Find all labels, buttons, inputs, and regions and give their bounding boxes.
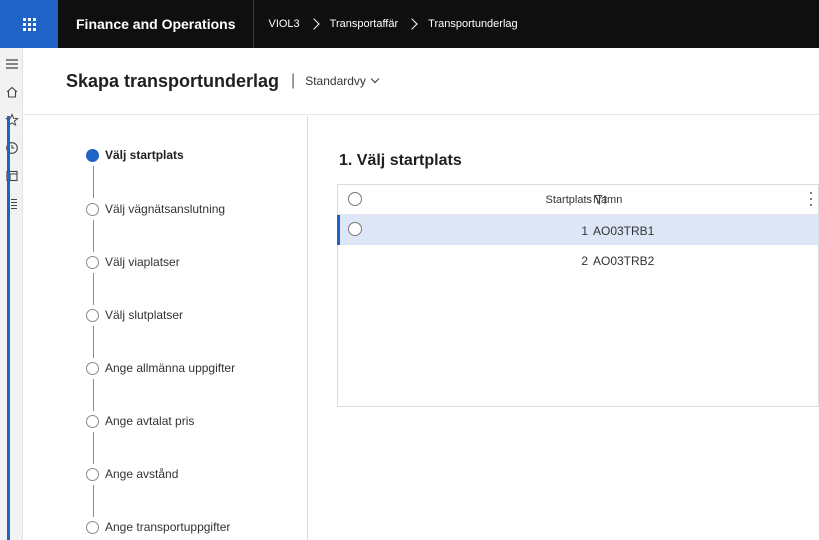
wizard-steps: Välj startplats Välj vägnätsanslutning V… bbox=[60, 116, 308, 540]
more-options-icon[interactable] bbox=[810, 192, 814, 206]
cell-startplats: 2 bbox=[581, 254, 588, 268]
step-valj-slutplatser[interactable]: Välj slutplatser bbox=[86, 308, 183, 322]
step-valj-vagnatsanslutning[interactable]: Välj vägnätsanslutning bbox=[86, 202, 225, 216]
column-header-startplats[interactable]: Startplats bbox=[546, 194, 592, 206]
breadcrumb: VIOL3 Transportaffär Transportunderlag bbox=[254, 18, 517, 30]
row-select-radio[interactable] bbox=[348, 222, 362, 236]
title-separator: | bbox=[291, 72, 296, 89]
waffle-icon bbox=[22, 17, 36, 31]
clock-icon[interactable] bbox=[0, 134, 23, 162]
step-connector bbox=[93, 273, 94, 305]
column-header-namn[interactable]: Namn bbox=[593, 194, 622, 206]
wizard-content: Välj startplats Välj vägnätsanslutning V… bbox=[24, 116, 819, 540]
startplats-grid: Startplats Namn 1 AO03TRB1 2 AO03TRB2 bbox=[337, 184, 819, 407]
step-dot-icon bbox=[86, 467, 99, 481]
step-label: Ange allmänna uppgifter bbox=[105, 361, 236, 375]
step-connector bbox=[93, 379, 94, 411]
cell-namn: AO03TRB2 bbox=[593, 254, 655, 268]
step-ange-avtalat-pris[interactable]: Ange avtalat pris bbox=[86, 414, 194, 428]
star-icon[interactable] bbox=[0, 106, 23, 134]
step-label: Välj startplats bbox=[105, 148, 184, 162]
chevron-down-icon bbox=[370, 74, 380, 84]
step-connector bbox=[93, 485, 94, 517]
breadcrumb-company[interactable]: VIOL3 bbox=[268, 18, 299, 30]
app-launcher-button[interactable] bbox=[0, 0, 58, 48]
step-ange-allmanna-uppgifter[interactable]: Ange allmänna uppgifter bbox=[86, 361, 235, 375]
step-connector bbox=[93, 432, 94, 464]
hamburger-icon[interactable] bbox=[0, 50, 23, 78]
step-valj-startplats[interactable]: Välj startplats bbox=[86, 148, 184, 162]
page-header: Skapa transportunderlag | Standardvy bbox=[24, 48, 819, 115]
workspace-icon[interactable] bbox=[0, 162, 23, 190]
step-active-dot-icon bbox=[86, 148, 99, 162]
chevron-right-icon bbox=[406, 18, 418, 30]
step-connector bbox=[93, 220, 94, 252]
chevron-right-icon bbox=[308, 18, 320, 30]
cell-startplats: 1 bbox=[581, 224, 588, 238]
navigation-rail bbox=[0, 48, 23, 540]
select-all-radio[interactable] bbox=[348, 192, 362, 206]
step-dot-icon bbox=[86, 520, 99, 534]
step-connector bbox=[93, 166, 94, 198]
step-label: Ange avstånd bbox=[105, 467, 179, 481]
step-dot-icon bbox=[86, 308, 99, 322]
table-row[interactable]: 1 AO03TRB1 bbox=[337, 215, 818, 245]
step-label: Välj slutplatser bbox=[105, 308, 184, 322]
page-title: Skapa transportunderlag bbox=[66, 70, 280, 91]
section-title: 1. Välj startplats bbox=[339, 152, 462, 169]
view-selector-label: Standardvy bbox=[305, 74, 366, 88]
top-bar: Finance and Operations VIOL3 Transportaf… bbox=[0, 0, 819, 48]
step-label: Ange transportuppgifter bbox=[105, 520, 231, 534]
table-row[interactable]: 2 AO03TRB2 bbox=[338, 245, 818, 275]
home-icon[interactable] bbox=[0, 78, 23, 106]
breadcrumb-module[interactable]: Transportaffär bbox=[330, 18, 398, 30]
step-dot-icon bbox=[86, 202, 99, 216]
step-panel: 1. Välj startplats Startplats Namn 1 AO0… bbox=[336, 116, 819, 540]
step-dot-icon bbox=[86, 361, 99, 375]
step-label: Välj viaplatser bbox=[105, 255, 180, 269]
step-valj-viaplatser[interactable]: Välj viaplatser bbox=[86, 255, 180, 269]
step-ange-avstand[interactable]: Ange avstånd bbox=[86, 467, 178, 481]
step-label: Välj vägnätsanslutning bbox=[105, 202, 226, 216]
grid-header: Startplats Namn bbox=[338, 185, 818, 215]
list-icon[interactable] bbox=[0, 190, 23, 218]
view-selector[interactable]: Standardvy bbox=[305, 74, 380, 88]
step-ange-transportuppgifter[interactable]: Ange transportuppgifter bbox=[86, 520, 230, 534]
row-selection-bar bbox=[337, 215, 340, 245]
breadcrumb-page[interactable]: Transportunderlag bbox=[428, 18, 517, 30]
step-label: Ange avtalat pris bbox=[105, 414, 195, 428]
app-title[interactable]: Finance and Operations bbox=[58, 0, 255, 48]
active-region-indicator bbox=[7, 116, 10, 540]
step-dot-icon bbox=[86, 414, 99, 428]
step-dot-icon bbox=[86, 255, 99, 269]
cell-namn: AO03TRB1 bbox=[593, 224, 655, 238]
step-connector bbox=[93, 326, 94, 358]
